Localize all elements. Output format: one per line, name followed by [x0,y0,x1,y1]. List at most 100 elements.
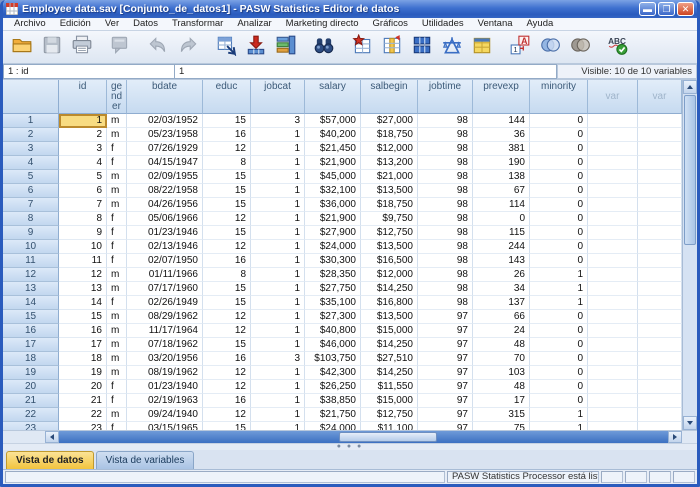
cell[interactable]: 115 [473,226,530,240]
horizontal-scroll-thumb[interactable] [339,432,436,442]
cell[interactable]: 381 [473,142,530,156]
cell[interactable]: 0 [530,184,588,198]
row-header[interactable]: 3 [3,142,59,156]
cell[interactable] [588,198,638,212]
cell[interactable]: 66 [473,310,530,324]
cell[interactable] [588,352,638,366]
cell[interactable]: f [107,380,127,394]
cell[interactable]: 98 [418,240,473,254]
row-header[interactable]: 4 [3,156,59,170]
cell[interactable]: 97 [418,366,473,380]
cell[interactable]: $21,750 [305,408,361,422]
cell[interactable]: 0 [530,394,588,408]
cell[interactable]: 15 [203,338,251,352]
cell[interactable]: 8 [203,156,251,170]
column-header-salary[interactable]: salary [305,80,361,114]
cell[interactable]: 1 [251,268,305,282]
cell[interactable]: 0 [530,324,588,338]
cell[interactable]: $13,500 [361,310,418,324]
cell[interactable]: m [107,408,127,422]
row-header[interactable]: 14 [3,296,59,310]
cell[interactable]: $24,000 [305,240,361,254]
cell[interactable]: 67 [473,184,530,198]
cell[interactable]: $16,500 [361,254,418,268]
cell[interactable]: 8 [203,268,251,282]
menu-item-marketing-directo[interactable]: Marketing directo [279,18,366,30]
cell[interactable]: 1 [251,142,305,156]
cell[interactable]: 97 [418,338,473,352]
insert-cases-button[interactable] [347,33,376,62]
cell[interactable]: 07/17/1960 [127,282,203,296]
cell[interactable] [638,212,682,226]
cell[interactable]: 244 [473,240,530,254]
cell[interactable]: $45,000 [305,170,361,184]
cell[interactable]: 05/23/1958 [127,128,203,142]
cell[interactable]: 98 [418,198,473,212]
cell[interactable]: 98 [418,156,473,170]
cell[interactable]: 15 [203,282,251,296]
row-header[interactable]: 21 [3,394,59,408]
cell[interactable]: 9 [59,226,107,240]
cell[interactable]: 1 [59,114,107,128]
cell[interactable]: 12 [203,310,251,324]
cell[interactable]: 12 [203,240,251,254]
find-button[interactable] [309,33,338,62]
row-header[interactable]: 23 [3,422,59,430]
cell[interactable]: 48 [473,380,530,394]
vertical-scroll-track[interactable] [683,246,697,416]
scroll-right-button[interactable] [668,431,682,443]
cell[interactable]: 04/15/1947 [127,156,203,170]
cell[interactable] [588,240,638,254]
cell[interactable]: 98 [418,296,473,310]
cell[interactable]: 1 [530,268,588,282]
column-header-educ[interactable]: educ [203,80,251,114]
cell[interactable]: $40,800 [305,324,361,338]
cell[interactable]: 12 [203,380,251,394]
cell[interactable] [638,282,682,296]
cell[interactable]: 1 [251,422,305,430]
menu-item-analizar[interactable]: Analizar [230,18,278,30]
cell[interactable]: 01/23/1940 [127,380,203,394]
cell[interactable]: 3 [251,114,305,128]
cell[interactable]: 5 [59,170,107,184]
cell[interactable]: 0 [530,212,588,226]
row-header[interactable]: 19 [3,366,59,380]
cell[interactable] [638,128,682,142]
cell[interactable]: 1 [251,394,305,408]
cell[interactable]: f [107,296,127,310]
row-header[interactable]: 15 [3,310,59,324]
cell[interactable]: 0 [530,198,588,212]
cell[interactable]: 01/23/1946 [127,226,203,240]
row-header[interactable]: 22 [3,408,59,422]
cell[interactable] [638,114,682,128]
scroll-down-button[interactable] [683,416,697,430]
cell[interactable]: 14 [59,296,107,310]
cell[interactable]: 1 [251,408,305,422]
cell[interactable]: $42,300 [305,366,361,380]
row-header[interactable]: 9 [3,226,59,240]
cell[interactable] [588,408,638,422]
cell[interactable]: 8 [59,212,107,226]
cell[interactable]: 98 [418,170,473,184]
cell[interactable]: 75 [473,422,530,430]
cell[interactable] [588,282,638,296]
cell[interactable]: 0 [530,366,588,380]
vertical-scroll-thumb[interactable] [684,95,696,245]
cell[interactable]: 26 [473,268,530,282]
cell[interactable]: $30,300 [305,254,361,268]
cell[interactable]: 97 [418,408,473,422]
show-all-variables-button[interactable] [565,33,594,62]
cell[interactable]: 3 [59,142,107,156]
menu-item-ayuda[interactable]: Ayuda [520,18,561,30]
cell[interactable]: 15 [203,198,251,212]
row-header[interactable]: 17 [3,338,59,352]
cell[interactable]: f [107,142,127,156]
value-labels-button[interactable]: 1A [505,33,534,62]
cell[interactable]: 0 [530,352,588,366]
cell[interactable]: $14,250 [361,282,418,296]
cell[interactable]: $16,800 [361,296,418,310]
cell[interactable]: m [107,128,127,142]
cell[interactable]: 03/20/1956 [127,352,203,366]
cell[interactable]: $12,000 [361,268,418,282]
cell[interactable] [638,156,682,170]
